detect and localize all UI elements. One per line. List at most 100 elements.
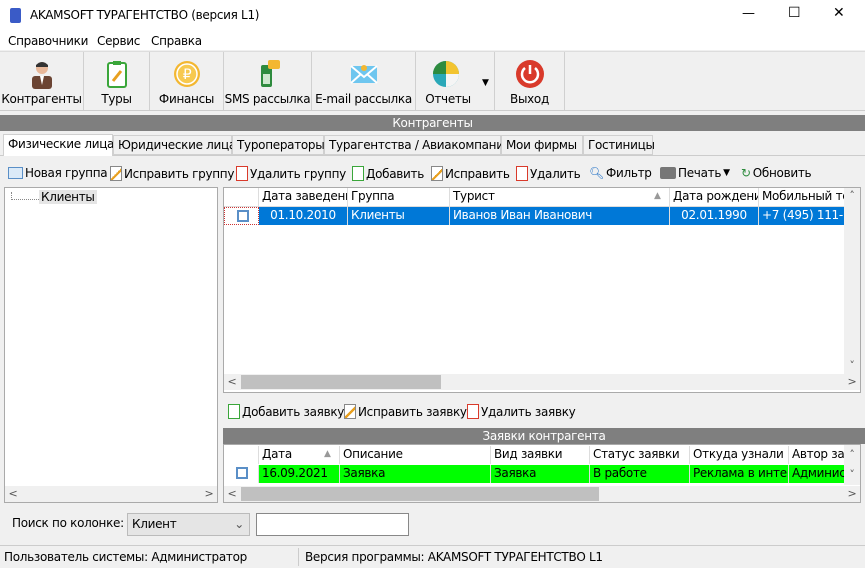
search-column-select[interactable]: Клиент ⌄ xyxy=(127,513,250,536)
exit-label: Выход xyxy=(510,92,549,106)
col-order-type[interactable]: Вид заявки xyxy=(491,446,590,464)
search-label: Поиск по колонке: xyxy=(12,516,124,530)
clients-horizontal-scrollbar[interactable]: < > xyxy=(224,374,860,390)
add-button[interactable]: Добавить xyxy=(352,166,424,181)
add-label: Добавить xyxy=(366,166,425,181)
sort-ascending-icon: ▲ xyxy=(324,449,331,459)
reports-label: Отчеты xyxy=(425,92,471,106)
table-row[interactable]: 01.10.2010 Клиенты Иванов Иван Иванович … xyxy=(224,207,845,225)
orders-vertical-scrollbar[interactable]: ˄ ˅ xyxy=(844,445,860,485)
tab-agencies-airlines[interactable]: Турагентства / Авиакомпании xyxy=(324,135,512,155)
menu-service[interactable]: Сервис xyxy=(97,34,140,48)
table-row[interactable]: 16.09.2021 Заявка Заявка В работе Реклам… xyxy=(224,465,845,483)
col-author[interactable]: Автор заг xyxy=(789,446,845,464)
reports-button[interactable]: ▼ Отчеты xyxy=(416,52,495,110)
clients-vertical-scrollbar[interactable]: ˄ ˅ xyxy=(844,188,860,374)
tours-label: Туры xyxy=(101,92,132,106)
menu-help[interactable]: Справка xyxy=(151,34,202,48)
tab-my-firms[interactable]: Мои фирмы xyxy=(501,135,583,155)
orders-horizontal-scrollbar[interactable]: < > xyxy=(224,486,860,502)
reports-dropdown-arrow-icon[interactable]: ▼ xyxy=(482,78,489,88)
cell-order-status: В работе xyxy=(590,465,690,483)
cell-tourist: Иванов Иван Иванович xyxy=(450,207,670,225)
print-button[interactable]: Печать ▼ xyxy=(660,166,730,180)
close-button[interactable]: ✕ xyxy=(833,5,845,21)
edit-label: Исправить xyxy=(445,166,510,181)
tree-line xyxy=(11,192,41,200)
menu-bar: Справочники Сервис Справка xyxy=(0,32,865,50)
edit-icon xyxy=(110,166,122,181)
delete-order-button[interactable]: Удалить заявку xyxy=(467,404,576,419)
search-input[interactable] xyxy=(256,513,409,536)
tree-node-clients[interactable]: Клиенты xyxy=(39,190,97,204)
status-user: Пользователь системы: Администратор xyxy=(4,550,247,564)
maximize-button[interactable]: ☐ xyxy=(788,5,801,21)
row-indicator-icon xyxy=(224,465,259,483)
menu-directories[interactable]: Справочники xyxy=(8,34,88,48)
edit-icon xyxy=(344,404,356,419)
col-group[interactable]: Группа xyxy=(348,188,450,206)
sms-button[interactable]: SMS рассылка xyxy=(224,52,312,110)
contractors-section-header: Контрагенты xyxy=(0,115,865,131)
contractor-tabs: Физические лица Юридические лица Туропер… xyxy=(0,134,865,156)
contractors-label: Контрагенты xyxy=(1,92,82,106)
status-version: Версия программы: AKAMSOFT ТУРАГЕНТСТВО … xyxy=(305,550,603,564)
tab-tour-operators[interactable]: Туроператоры xyxy=(232,135,325,155)
orders-section-header: Заявки контрагента xyxy=(223,428,865,444)
cell-order-type: Заявка xyxy=(491,465,590,483)
finance-button[interactable]: ₽ Финансы xyxy=(150,52,224,110)
delete-button[interactable]: Удалить xyxy=(516,166,581,181)
tab-legal-entities[interactable]: Юридические лица xyxy=(113,135,236,155)
new-group-label: Новая группа xyxy=(25,166,108,180)
power-icon xyxy=(515,60,544,88)
col-order-status[interactable]: Статус заявки xyxy=(590,446,690,464)
main-toolbar: Контрагенты Туры ₽ Финансы SMS рассылка … xyxy=(0,51,865,111)
delete-label: Удалить xyxy=(530,166,581,181)
clients-grid-header: Дата заведения Группа Турист ▲ Дата рожд… xyxy=(224,188,845,207)
col-tourist[interactable]: Турист xyxy=(450,188,670,206)
delete-order-label: Удалить заявку xyxy=(481,404,576,419)
edit-order-button[interactable]: Исправить заявку xyxy=(344,404,467,419)
col-registration-date[interactable]: Дата заведения xyxy=(259,188,348,206)
minimize-button[interactable]: — xyxy=(742,6,755,21)
add-icon xyxy=(228,404,240,419)
app-icon xyxy=(10,8,21,23)
groups-tree: Клиенты < > xyxy=(4,187,218,503)
email-button[interactable]: E-mail рассылка xyxy=(312,52,416,110)
add-icon xyxy=(352,166,364,181)
finance-label: Финансы xyxy=(158,92,215,106)
person-icon xyxy=(31,62,52,89)
folder-icon xyxy=(8,167,23,179)
email-label: E-mail рассылка xyxy=(315,92,412,106)
contractors-button[interactable]: Контрагенты xyxy=(0,52,84,110)
sort-ascending-icon: ▲ xyxy=(654,191,661,201)
envelope-icon xyxy=(349,65,378,84)
col-source[interactable]: Откуда узнали xyxy=(690,446,789,464)
refresh-button[interactable]: ↻ Обновить xyxy=(741,166,812,180)
row-indicator-header xyxy=(224,446,259,464)
edit-group-button[interactable]: Исправить группу xyxy=(110,166,234,181)
status-divider xyxy=(298,548,299,566)
cell-birth-date: 02.01.1990 xyxy=(670,207,759,225)
tab-hotels[interactable]: Гостиницы xyxy=(583,135,655,155)
new-group-button[interactable]: Новая группа xyxy=(8,166,108,180)
tab-individuals[interactable]: Физические лица xyxy=(3,134,114,156)
delete-icon xyxy=(236,166,248,181)
add-order-button[interactable]: Добавить заявку xyxy=(228,404,344,419)
edit-button[interactable]: Исправить xyxy=(431,166,510,181)
phone-sms-icon xyxy=(260,60,280,87)
delete-icon xyxy=(467,404,479,419)
exit-button[interactable]: Выход xyxy=(495,52,565,110)
magnifier-icon: 🔍︎ xyxy=(589,166,604,180)
cell-registration-date: 01.10.2010 xyxy=(259,207,348,225)
delete-group-button[interactable]: Удалить группу xyxy=(236,166,346,181)
tours-button[interactable]: Туры xyxy=(84,52,150,110)
filter-label: Фильтр xyxy=(605,166,652,180)
refresh-icon: ↻ xyxy=(741,166,751,180)
tree-horizontal-scrollbar[interactable]: < > xyxy=(5,486,217,502)
col-description[interactable]: Описание xyxy=(340,446,491,464)
cell-mobile-phone: +7 (495) 111-11 xyxy=(759,207,845,225)
col-birth-date[interactable]: Дата рождения xyxy=(670,188,759,206)
col-mobile-phone[interactable]: Мобильный те xyxy=(759,188,845,206)
filter-button[interactable]: 🔍︎ Фильтр xyxy=(589,166,652,180)
